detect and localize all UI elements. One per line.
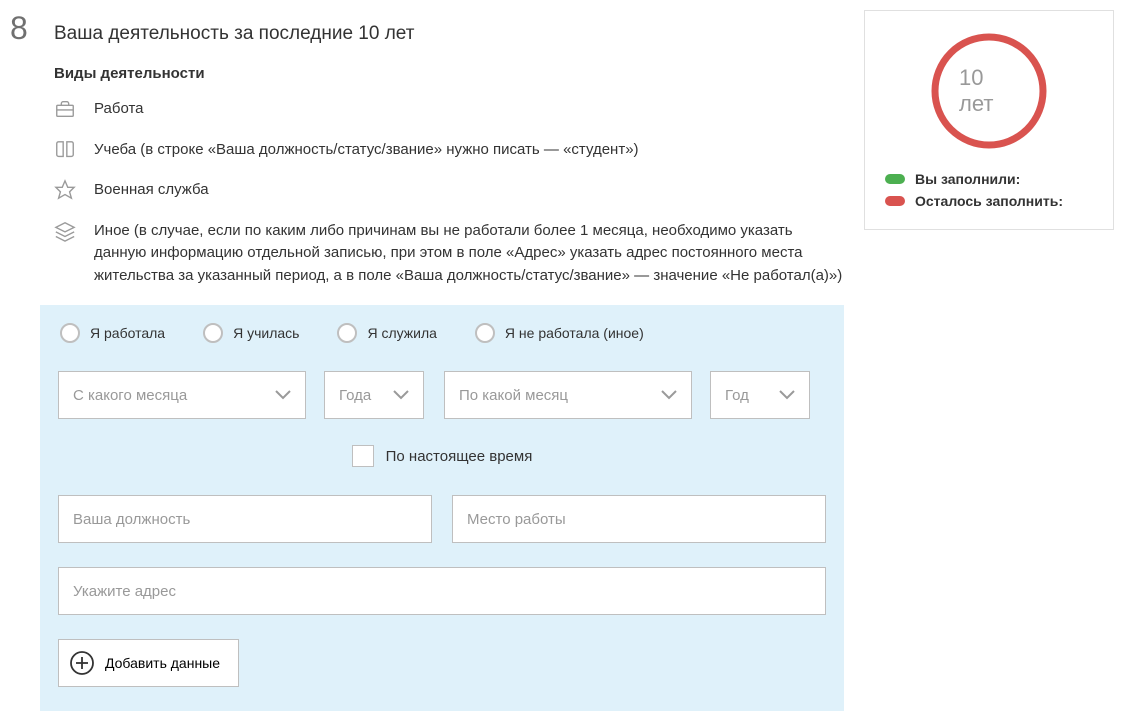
radio-row: Я работала Я училась Я служила Я не рабо…: [58, 323, 826, 343]
legend-label: Военная служба: [94, 179, 844, 202]
checkbox-present[interactable]: [352, 445, 374, 467]
status-remaining: Осталось заполнить:: [885, 193, 1093, 209]
input-address[interactable]: [58, 567, 826, 615]
radio-label: Я работала: [90, 325, 165, 341]
form-area: Я работала Я училась Я служила Я не рабо…: [40, 305, 844, 711]
radio-served[interactable]: Я служила: [337, 323, 436, 343]
checkbox-label: По настоящее время: [386, 448, 533, 465]
legend-label: Иное (в случае, если по каким либо причи…: [94, 220, 844, 288]
select-from-month[interactable]: С какого месяца: [58, 371, 306, 419]
progress-widget: 10 лет Вы заполнили: Осталось заполнить:: [864, 10, 1114, 230]
add-button[interactable]: Добавить данные: [58, 639, 239, 687]
radio-not-worked[interactable]: Я не работала (иное): [475, 323, 644, 343]
section-title: Ваша деятельность за последние 10 лет: [54, 23, 414, 45]
status-label: Осталось заполнить:: [915, 193, 1063, 209]
briefcase-icon: [54, 98, 76, 120]
select-to-year[interactable]: Год: [710, 371, 810, 419]
radio-label: Я не работала (иное): [505, 325, 644, 341]
legend-item-work: Работа: [54, 98, 844, 121]
chevron-down-icon: [393, 390, 409, 400]
radio-studied[interactable]: Я училась: [203, 323, 299, 343]
input-position[interactable]: [58, 495, 432, 543]
select-placeholder: С какого месяца: [73, 387, 275, 404]
progress-period: 10 лет: [959, 65, 1019, 117]
legend-list: Работа Учеба (в строке «Ваша должность/с…: [54, 98, 844, 287]
star-icon: [54, 179, 76, 201]
section-subtitle: Виды деятельности: [54, 65, 844, 82]
radio-icon: [60, 323, 80, 343]
status-filled: Вы заполнили:: [885, 171, 1093, 187]
radio-icon: [203, 323, 223, 343]
legend-item-study: Учеба (в строке «Ваша должность/статус/з…: [54, 139, 844, 162]
chevron-down-icon: [275, 390, 291, 400]
status-dot-green-icon: [885, 174, 905, 184]
add-button-label: Добавить данные: [105, 655, 220, 671]
layers-icon: [54, 220, 76, 242]
radio-label: Я училась: [233, 325, 299, 341]
section-number: 8: [10, 10, 34, 47]
status-dot-red-icon: [885, 196, 905, 206]
radio-worked[interactable]: Я работала: [60, 323, 165, 343]
select-placeholder: Года: [339, 387, 393, 404]
radio-icon: [337, 323, 357, 343]
status-label: Вы заполнили:: [915, 171, 1020, 187]
book-icon: [54, 139, 76, 161]
select-from-year[interactable]: Года: [324, 371, 424, 419]
chevron-down-icon: [661, 390, 677, 400]
input-workplace[interactable]: [452, 495, 826, 543]
select-placeholder: По какой месяц: [459, 387, 661, 404]
chevron-down-icon: [779, 390, 795, 400]
plus-circle-icon: [69, 650, 95, 676]
legend-item-military: Военная служба: [54, 179, 844, 202]
select-placeholder: Год: [725, 387, 779, 404]
legend-item-other: Иное (в случае, если по каким либо причи…: [54, 220, 844, 288]
radio-icon: [475, 323, 495, 343]
select-to-month[interactable]: По какой месяц: [444, 371, 692, 419]
legend-label: Работа: [94, 98, 844, 121]
progress-circle: 10 лет: [929, 31, 1049, 151]
radio-label: Я служила: [367, 325, 436, 341]
legend-label: Учеба (в строке «Ваша должность/статус/з…: [94, 139, 844, 162]
